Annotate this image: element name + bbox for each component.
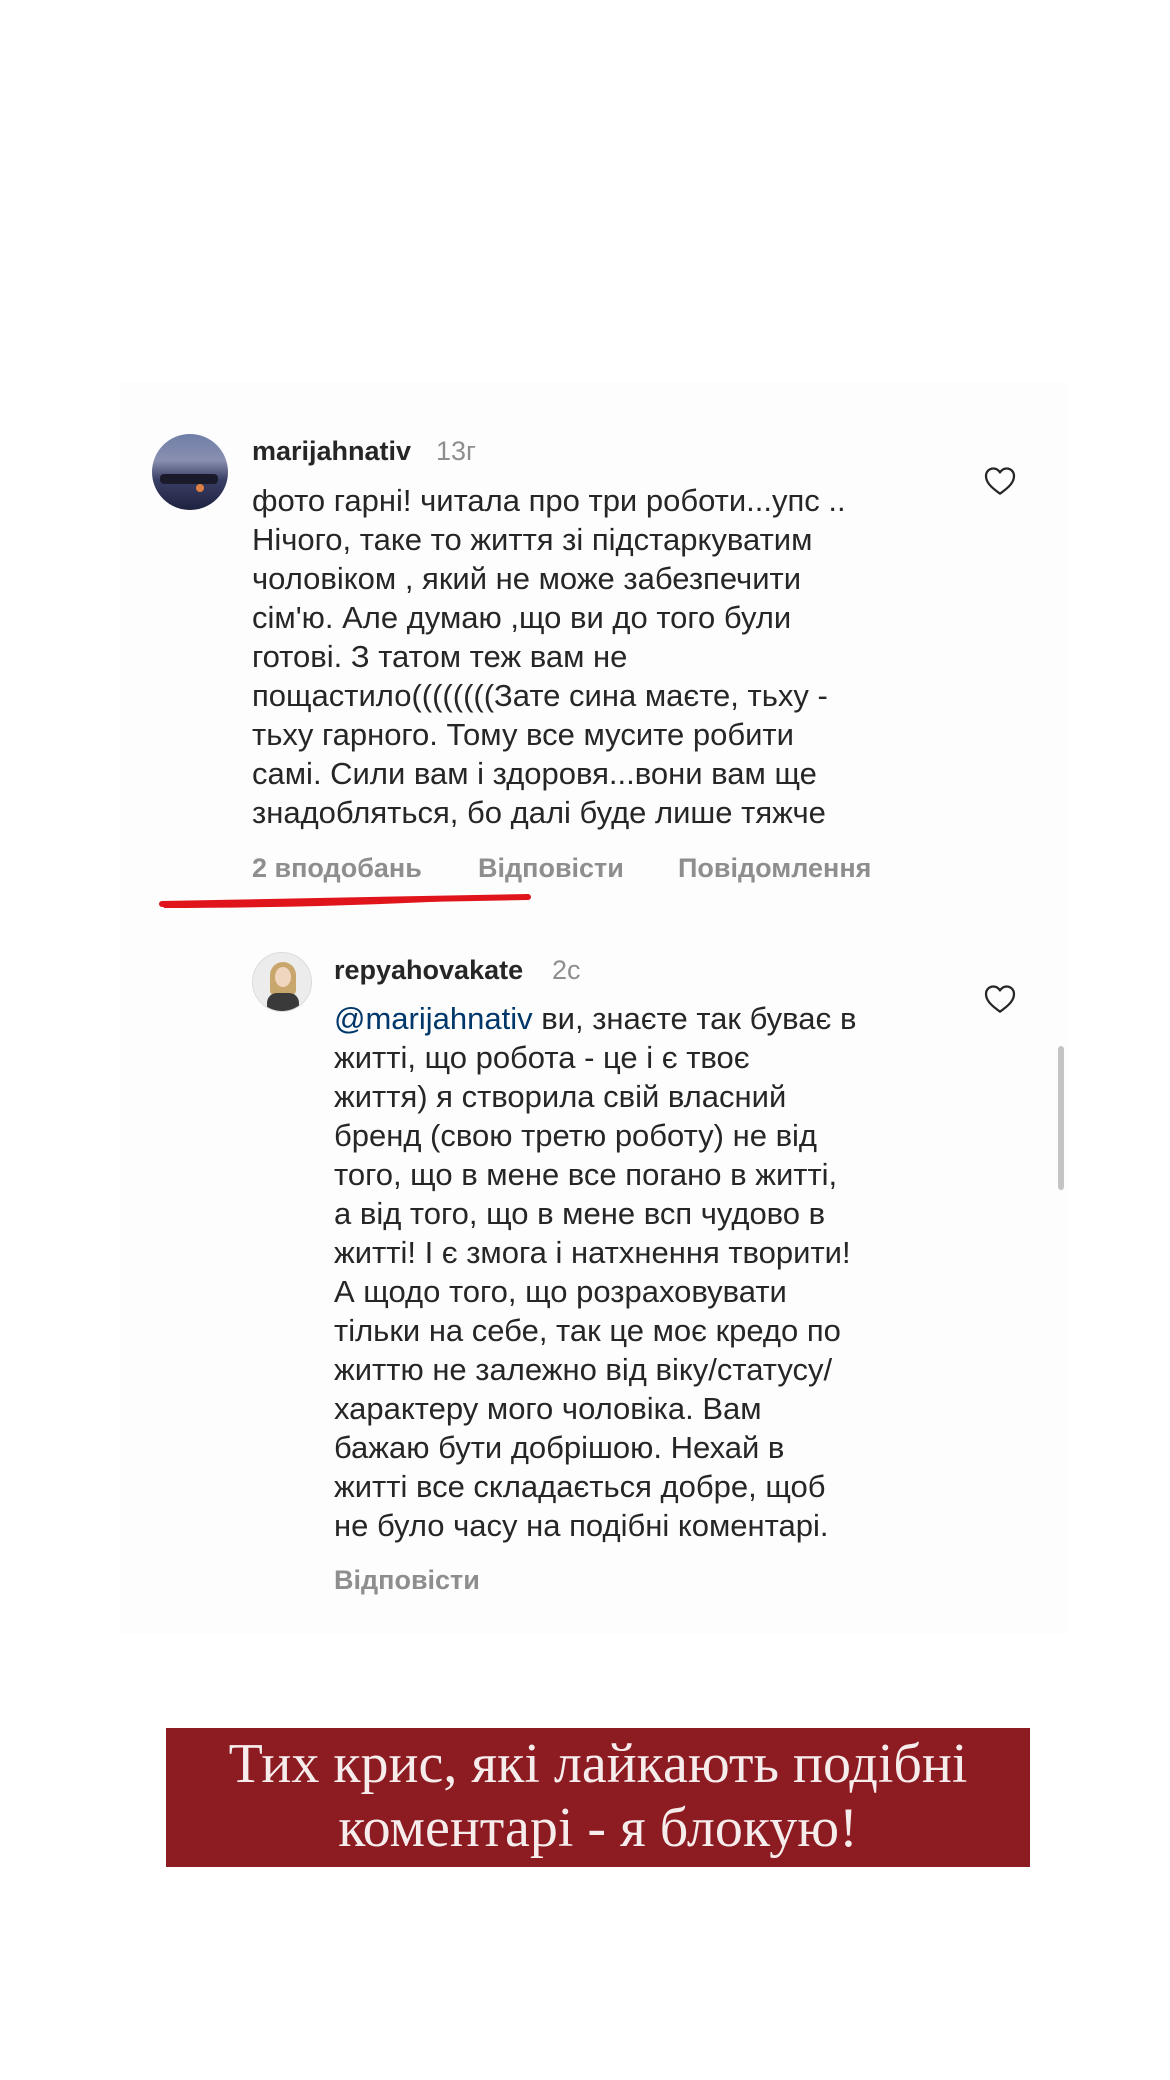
banner-line-1: Тих крис, які лайкають подібні (228, 1733, 968, 1795)
reply-first-line: @marijahnativ ви, знаєте так буває в (334, 999, 856, 1038)
heart-icon[interactable] (984, 984, 1016, 1014)
replier-avatar[interactable] (252, 952, 312, 1012)
reply-button[interactable]: Відповісти (478, 853, 624, 884)
reply-time: 2с (552, 955, 581, 985)
comment-time: 13г (436, 436, 476, 466)
heart-icon[interactable] (984, 466, 1016, 496)
comment-text: фото гарні! читала про три роботи...упс … (252, 483, 846, 830)
red-underline-annotation (159, 894, 531, 908)
commenter-avatar[interactable] (152, 434, 228, 510)
report-button[interactable]: Повідомлення (678, 853, 871, 884)
reply-text: житті, що робота - це і є твоє життя) я … (334, 1040, 851, 1543)
scrollbar[interactable] (1058, 1046, 1064, 1190)
reply-first-line-text: ви, знаєте так буває в (532, 1001, 857, 1036)
mention-link[interactable]: @marijahnativ (334, 1001, 533, 1036)
reply-reply-button[interactable]: Відповісти (334, 1565, 480, 1596)
comment-username[interactable]: marijahnativ (252, 436, 411, 467)
reply-username[interactable]: repyahovakate (334, 955, 523, 986)
story-caption-banner: Тих крис, які лайкають подібні коментарі… (166, 1728, 1030, 1867)
likes-count[interactable]: 2 вподобань (252, 853, 422, 884)
banner-line-2: коментарі - я блокую! (338, 1797, 858, 1859)
